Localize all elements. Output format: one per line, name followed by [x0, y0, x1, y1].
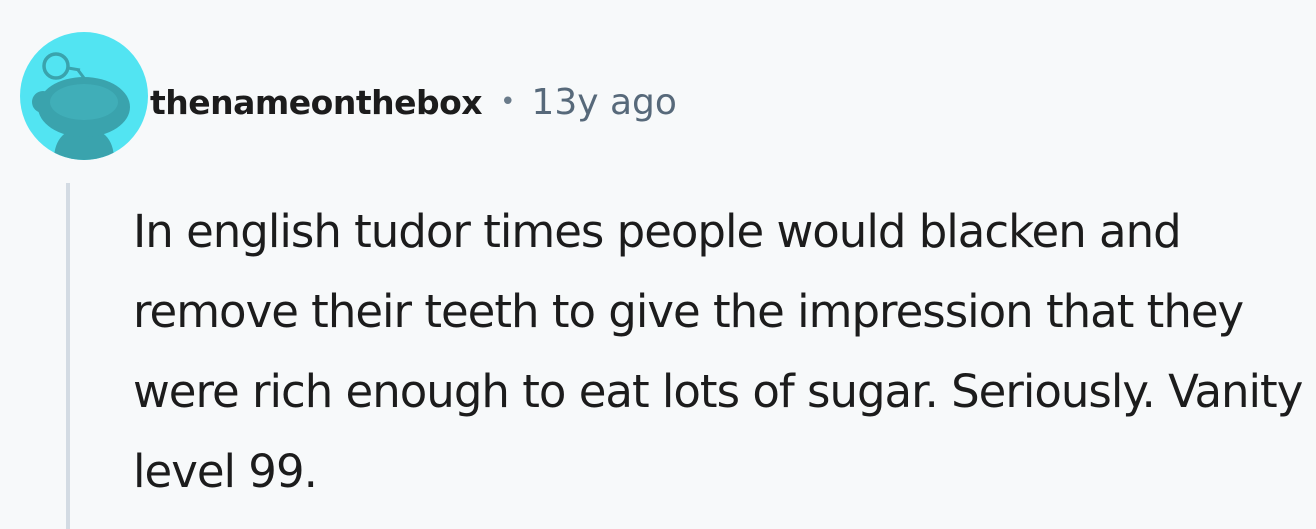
snoo-avatar-icon	[20, 32, 148, 160]
comment-meta: thenameonthebox • 13y ago	[150, 74, 677, 130]
comment-body: In english tudor times people would blac…	[133, 205, 1303, 498]
comment-timestamp[interactable]: 13y ago	[531, 82, 677, 123]
thread-collapse-line[interactable]	[66, 183, 70, 529]
meta-separator: •	[500, 87, 516, 117]
user-avatar[interactable]	[20, 32, 148, 160]
username-link[interactable]: thenameonthebox	[150, 83, 483, 122]
